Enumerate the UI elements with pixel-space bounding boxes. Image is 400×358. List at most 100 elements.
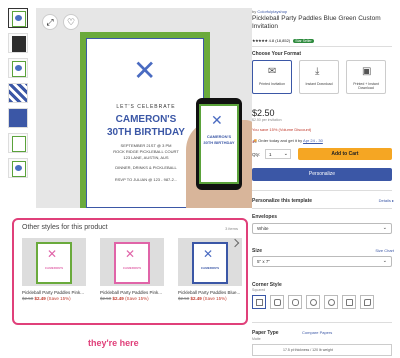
thumbnail-blue[interactable] (8, 108, 28, 128)
compare-papers-link[interactable]: Compare Papers (302, 330, 332, 335)
style-option-2[interactable]: ✕ CAMERON'S Pickleball Party Paddles Pin… (100, 238, 164, 301)
chevron-down-icon: ⌄ (382, 225, 387, 231)
envelopes-select[interactable]: White ⌄ (252, 223, 392, 234)
invitation-celebrate: LET'S CELEBRATE (116, 104, 176, 110)
divider (252, 322, 392, 323)
sale-price: $2.49 (190, 296, 202, 301)
format-label: Printed + Instant Download (353, 82, 379, 90)
details-link[interactable]: Details ▸ (379, 198, 394, 203)
divider (252, 190, 392, 191)
style-option-title[interactable]: Pickleball Party Paddles Pink... (100, 290, 164, 295)
phone-mockup: ✕ CAMERON'S 30TH BIRTHDAY (196, 98, 242, 190)
corner-option-2[interactable] (270, 295, 284, 309)
format-label: Printed Invitation (258, 82, 286, 86)
corner-option-6[interactable] (342, 295, 356, 309)
thumbnail-back[interactable] (8, 58, 28, 78)
personalize-button[interactable]: Personalize (252, 168, 392, 181)
main-product-image[interactable]: ⤢ ♡ ✕ LET'S CELEBRATE CAMERON'S 30TH BIR… (36, 8, 252, 208)
sale-price: $2.49 (34, 296, 46, 301)
price: $2.50 (252, 108, 275, 118)
thumbnail-front[interactable] (8, 8, 28, 28)
seller-line: by Colorfulplayshop (252, 9, 287, 14)
pickleball-paddles-icon: ✕ (133, 55, 157, 86)
paper-option[interactable]: 17.5 pt thickness / 120 lb weight (252, 344, 392, 356)
add-to-cart-button[interactable]: Add to Cart (298, 148, 392, 160)
rounded-corner-icon (292, 299, 299, 306)
personalize-template-label: Personalize this template (252, 198, 313, 204)
paddles-icon: ✕ (125, 247, 136, 261)
corner-option-5[interactable] (324, 295, 338, 309)
phone-invitation-name: CAMERON'S (206, 134, 232, 139)
corner-option-4[interactable] (306, 295, 320, 309)
format-label: Instant Download (305, 82, 333, 86)
corner-squared-option[interactable] (252, 295, 266, 309)
paddles-icon: ✕ (203, 247, 214, 261)
save-label: (Save 15%) (47, 296, 71, 301)
format-printed-download[interactable]: ▣ Printed + Instant Download (346, 60, 386, 94)
other-styles-count: 3 items (225, 226, 238, 231)
style-option-price: $2.50 $2.49 (Save 15%) (100, 296, 164, 301)
corner-option-7[interactable] (360, 295, 374, 309)
size-select[interactable]: 5" x 7" ⌄ (252, 256, 392, 267)
save-label: (Save 15%) (203, 296, 227, 301)
print-download-icon: ▣ (362, 66, 372, 77)
thumbnail-detail-1[interactable] (8, 133, 28, 153)
shipping-line: 🚚 Order today and get it by Apr 24 - 30 (252, 138, 323, 143)
quantity-value: 1 (269, 152, 272, 157)
old-price: $2.50 (100, 296, 112, 301)
phone-invitation-birthday: 30TH BIRTHDAY (203, 140, 235, 145)
style-option-title[interactable]: Pickleball Party Paddles Blue... (178, 290, 242, 295)
sale-price: $2.49 (112, 296, 124, 301)
paper-description: 17.5 pt thickness / 120 lb weight (283, 348, 333, 352)
size-chart-link[interactable]: Size Chart (375, 248, 394, 253)
chevron-down-icon: ⌄ (382, 258, 387, 264)
zoom-icon[interactable]: ⤢ (42, 14, 58, 30)
other-styles-panel: Other styles for this product 3 items ✕ … (12, 218, 248, 325)
old-price: $2.50 (22, 296, 34, 301)
thumbnail-phone[interactable] (8, 33, 28, 53)
style-option-image[interactable]: ✕ CAMERON'S (100, 238, 164, 286)
thumbnail-detail-2[interactable] (8, 158, 28, 178)
quantity-select[interactable]: 1 ⌄ (265, 149, 291, 159)
annotation-text: they're here (88, 338, 139, 348)
star-seller-badge: Star Seller (293, 39, 314, 43)
invitation-name: CAMERON'S (115, 114, 177, 125)
circle-corner-icon (328, 299, 335, 306)
option-name: CAMERON'S (44, 266, 64, 270)
rounded-corner-icon (274, 299, 281, 306)
corner-icon (364, 299, 371, 306)
choose-format-label: Choose Your Format (252, 51, 301, 57)
style-option-title[interactable]: Pickleball Party Paddles Pink... (22, 290, 86, 295)
rounded-corner-icon (310, 299, 317, 306)
old-price: $2.50 (178, 296, 190, 301)
format-download[interactable]: ⤓ Instant Download (299, 60, 339, 94)
shipping-date[interactable]: Apr 24 - 30 (303, 138, 323, 143)
thumbnail-pattern[interactable] (8, 83, 28, 103)
seller-link[interactable]: Colorfulplayshop (257, 9, 287, 14)
by-label: by (252, 9, 257, 14)
rating[interactable]: ★★★★★ 4.8 (18,852) Star Seller (252, 38, 314, 43)
chevron-down-icon: ⌄ (283, 151, 288, 157)
divider (252, 208, 392, 209)
phone-paddles-icon: ✕ (211, 112, 223, 128)
product-title: Pickleball Party Paddles Blue Green Cust… (252, 15, 381, 30)
envelope-icon: ✉ (268, 66, 277, 77)
format-printed[interactable]: ✉ Printed Invitation (252, 60, 292, 94)
corner-icon (346, 299, 353, 306)
discount-text: You save 15% (Volume Discount) (252, 127, 312, 132)
corner-style-value: Squared (252, 288, 266, 292)
paddles-icon: ✕ (47, 247, 58, 261)
divider (252, 46, 392, 47)
heart-icon[interactable]: ♡ (63, 14, 79, 30)
style-option-3[interactable]: ✕ CAMERON'S Pickleball Party Paddles Blu… (178, 238, 242, 301)
stars-icon: ★★★★★ (252, 38, 268, 43)
option-name: CAMERON'S (122, 266, 142, 270)
corner-option-3[interactable] (288, 295, 302, 309)
style-option-price: $2.50 $2.49 (Save 15%) (22, 296, 86, 301)
save-label: (Save 15%) (125, 296, 149, 301)
style-option-image[interactable]: ✕ CAMERON'S (22, 238, 86, 286)
paper-type-label: Paper Type (252, 330, 279, 336)
option-name: CAMERON'S (200, 266, 220, 270)
style-option-1[interactable]: ✕ CAMERON'S Pickleball Party Paddles Pin… (22, 238, 86, 301)
envelopes-label: Envelopes (252, 214, 278, 220)
